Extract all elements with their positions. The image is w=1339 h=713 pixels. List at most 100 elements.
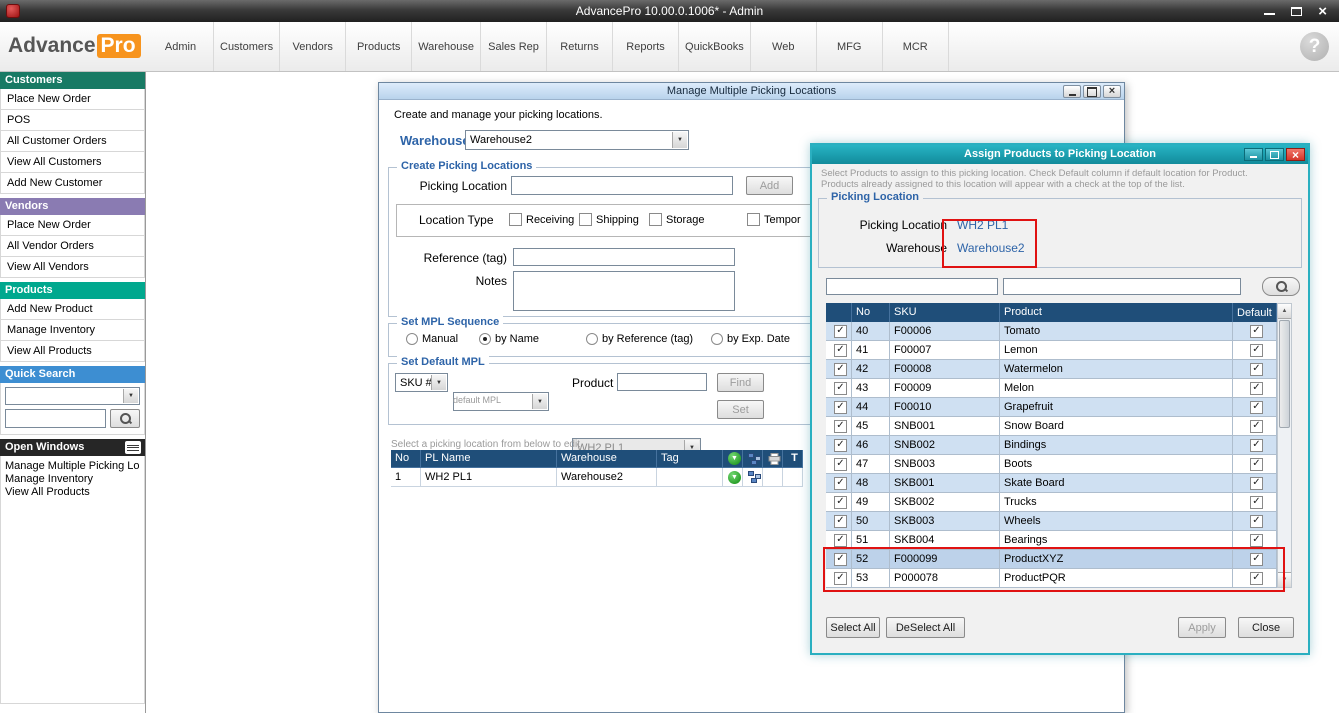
minimize-icon[interactable] <box>1063 85 1081 98</box>
default-checkbox[interactable] <box>1250 401 1263 414</box>
sidebar-item-add-new-product[interactable]: Add New Product <box>0 299 145 320</box>
table-row[interactable]: 50 SKB003 Wheels <box>826 512 1277 531</box>
find-button[interactable]: Find <box>717 373 764 392</box>
table-row[interactable]: 46 SNB002 Bindings <box>826 436 1277 455</box>
table-row[interactable]: 1 WH2 PL1 Warehouse2 <box>391 468 803 487</box>
sidebar-item-all-vendor-orders[interactable]: All Vendor Orders <box>0 236 145 257</box>
scroll-down-icon[interactable] <box>1278 572 1291 587</box>
select-all-button[interactable]: Select All <box>826 617 880 638</box>
close-icon[interactable] <box>1286 148 1305 161</box>
filter-input-2[interactable] <box>1003 278 1241 295</box>
checkbox-temporary[interactable]: Tempor <box>747 213 801 226</box>
table-scrollbar[interactable] <box>1277 303 1292 588</box>
checkbox-storage[interactable]: Storage <box>649 213 705 226</box>
row-select-checkbox[interactable] <box>834 325 847 338</box>
tab-quickbooks[interactable]: QuickBooks <box>679 22 751 71</box>
default-checkbox[interactable] <box>1250 553 1263 566</box>
deselect-all-button[interactable]: DeSelect All <box>886 617 965 638</box>
sidebar-item-view-all-products[interactable]: View All Products <box>0 341 145 362</box>
row-select-checkbox[interactable] <box>834 363 847 376</box>
maximize-icon[interactable] <box>1083 85 1101 98</box>
cell-status[interactable] <box>723 468 743 487</box>
sidebar-item-view-all-customers[interactable]: View All Customers <box>0 152 145 173</box>
sidebar-item-vendor-place-new-order[interactable]: Place New Order <box>0 215 145 236</box>
radio-by-name[interactable]: by Name <box>479 333 539 345</box>
col-assign-products-icon[interactable] <box>743 450 763 468</box>
sidebar-item-place-new-order[interactable]: Place New Order <box>0 89 145 110</box>
open-window-item-view-all-products[interactable]: View All Products <box>3 486 142 499</box>
sidebar-item-view-all-vendors[interactable]: View All Vendors <box>0 257 145 278</box>
radio-by-exp-date[interactable]: by Exp. Date <box>711 333 790 345</box>
default-checkbox[interactable] <box>1250 420 1263 433</box>
chevron-down-icon[interactable] <box>123 389 138 403</box>
tab-web[interactable]: Web <box>751 22 817 71</box>
table-row-highlighted[interactable]: 52 F000099 ProductXYZ <box>826 550 1277 569</box>
picking-location-input[interactable] <box>511 176 733 195</box>
col-product[interactable]: Product <box>1000 303 1233 322</box>
default-checkbox[interactable] <box>1250 458 1263 471</box>
search-button[interactable] <box>1262 277 1300 296</box>
table-row[interactable]: 42 F00008 Watermelon <box>826 360 1277 379</box>
warehouse-select[interactable]: Warehouse2 <box>465 130 689 150</box>
chevron-down-icon[interactable] <box>532 394 547 409</box>
default-checkbox[interactable] <box>1250 515 1263 528</box>
radio-by-reference[interactable]: by Reference (tag) <box>586 333 693 345</box>
close-button[interactable]: Close <box>1238 617 1294 638</box>
row-select-checkbox[interactable] <box>834 515 847 528</box>
tab-admin[interactable]: Admin <box>148 22 214 71</box>
table-row[interactable]: 51 SKB004 Bearings <box>826 531 1277 550</box>
tab-sales-rep[interactable]: Sales Rep <box>481 22 547 71</box>
table-row[interactable]: 41 F00007 Lemon <box>826 341 1277 360</box>
minimize-icon[interactable] <box>1244 148 1263 161</box>
row-select-checkbox[interactable] <box>834 572 847 585</box>
row-select-checkbox[interactable] <box>834 553 847 566</box>
row-select-checkbox[interactable] <box>834 401 847 414</box>
col-tag-icon[interactable] <box>783 450 803 468</box>
default-checkbox[interactable] <box>1250 496 1263 509</box>
open-window-item-manage-inventory[interactable]: Manage Inventory <box>3 473 142 486</box>
row-select-checkbox[interactable] <box>834 458 847 471</box>
scrollbar-thumb[interactable] <box>1279 320 1290 428</box>
table-row[interactable]: 43 F00009 Melon <box>826 379 1277 398</box>
col-no[interactable]: No <box>391 450 421 468</box>
row-select-checkbox[interactable] <box>834 344 847 357</box>
close-icon[interactable] <box>1318 4 1327 19</box>
reference-tag-input[interactable] <box>513 248 735 266</box>
table-row[interactable]: 53 P000078 ProductPQR <box>826 569 1277 588</box>
dialog-titlebar[interactable]: Assign Products to Picking Location <box>812 145 1308 164</box>
row-select-checkbox[interactable] <box>834 439 847 452</box>
table-row[interactable]: 45 SNB001 Snow Board <box>826 417 1277 436</box>
help-icon[interactable]: ? <box>1300 32 1329 61</box>
product-input[interactable] <box>617 373 707 391</box>
col-printer-icon[interactable] <box>763 450 783 468</box>
default-checkbox[interactable] <box>1250 572 1263 585</box>
tab-products[interactable]: Products <box>346 22 412 71</box>
open-window-item-mpl[interactable]: Manage Multiple Picking Lo <box>3 460 142 473</box>
tab-warehouse[interactable]: Warehouse <box>412 22 481 71</box>
tab-returns[interactable]: Returns <box>547 22 613 71</box>
sku-type-select[interactable]: SKU # <box>395 373 448 392</box>
row-select-checkbox[interactable] <box>834 382 847 395</box>
default-checkbox[interactable] <box>1250 439 1263 452</box>
tab-mfg[interactable]: MFG <box>817 22 883 71</box>
default-checkbox[interactable] <box>1250 325 1263 338</box>
row-select-checkbox[interactable] <box>834 534 847 547</box>
filter-input-1[interactable] <box>826 278 998 295</box>
notes-textarea[interactable] <box>513 271 735 311</box>
add-button[interactable]: Add <box>746 176 793 195</box>
table-row[interactable]: 44 F00010 Grapefruit <box>826 398 1277 417</box>
sidebar-item-manage-inventory[interactable]: Manage Inventory <box>0 320 145 341</box>
cell-print[interactable] <box>763 468 783 487</box>
col-green-arrow-icon[interactable] <box>723 450 743 468</box>
table-row[interactable]: 48 SKB001 Skate Board <box>826 474 1277 493</box>
checkbox-shipping[interactable]: Shipping <box>579 213 639 226</box>
cell-assign[interactable] <box>743 468 763 487</box>
minimize-icon[interactable] <box>1264 13 1275 15</box>
quick-search-input[interactable] <box>5 409 106 428</box>
col-warehouse[interactable]: Warehouse <box>557 450 657 468</box>
sidebar-item-pos[interactable]: POS <box>0 110 145 131</box>
tab-vendors[interactable]: Vendors <box>280 22 346 71</box>
list-icon[interactable] <box>125 441 141 454</box>
close-icon[interactable] <box>1103 85 1121 98</box>
col-default[interactable]: Default <box>1233 303 1277 322</box>
